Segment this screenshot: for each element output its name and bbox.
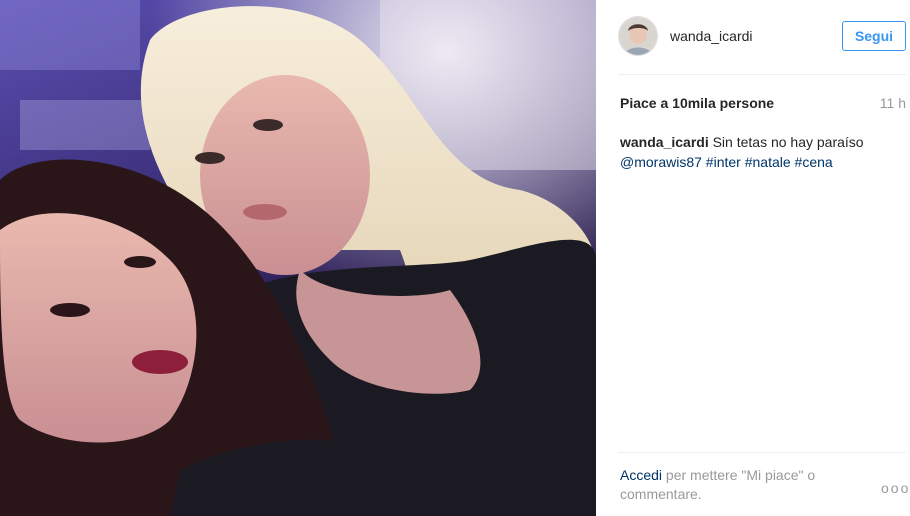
avatar[interactable]	[618, 16, 658, 56]
post-window: wanda_icardi Segui Piace a 10mila person…	[0, 0, 910, 516]
likes-row: Piace a 10mila persone 11 h	[620, 95, 906, 111]
post-time[interactable]: 11 h	[880, 95, 906, 111]
login-prompt: Accedi per mettere "Mi piace" o commenta…	[620, 466, 850, 504]
header-divider	[618, 74, 906, 75]
hashtag-link[interactable]: #inter	[706, 154, 741, 170]
hashtag-link[interactable]: #cena	[795, 154, 833, 170]
caption-text: Sin tetas no hay paraíso	[712, 134, 864, 150]
mention-link[interactable]: @morawis87	[620, 154, 702, 170]
post-header: wanda_icardi Segui	[618, 14, 906, 58]
follow-button[interactable]: Segui	[842, 21, 906, 51]
post-caption: wanda_icardi Sin tetas no hay paraíso @m…	[620, 132, 906, 172]
post-photo[interactable]	[0, 0, 596, 516]
likes-count[interactable]: Piace a 10mila persone	[620, 95, 774, 111]
caption-username[interactable]: wanda_icardi	[620, 134, 709, 150]
author-username[interactable]: wanda_icardi	[670, 28, 842, 44]
login-link[interactable]: Accedi	[620, 467, 662, 483]
footer-divider	[618, 452, 906, 453]
avatar-image	[619, 17, 657, 55]
more-options-icon[interactable]: ooo	[881, 480, 910, 496]
photo-illustration	[0, 0, 596, 516]
post-sidebar: wanda_icardi Segui Piace a 10mila person…	[597, 0, 910, 516]
hashtag-link[interactable]: #natale	[745, 154, 791, 170]
